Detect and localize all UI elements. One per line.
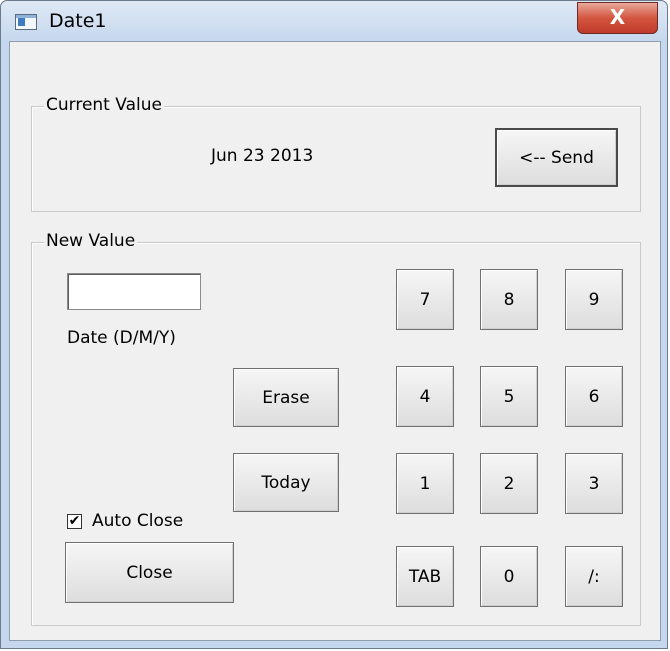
keypad-5-button[interactable]: 5 — [480, 366, 538, 427]
window-title: Date1 — [49, 10, 107, 32]
send-button[interactable]: <-- Send — [495, 128, 618, 187]
current-value-legend: Current Value — [44, 95, 164, 115]
current-value-text: Jun 23 2013 — [211, 146, 314, 166]
keypad-7-label: 7 — [419, 289, 431, 310]
auto-close-label: Auto Close — [92, 511, 184, 531]
keypad-tab-button[interactable]: TAB — [396, 546, 454, 607]
keypad-2-label: 2 — [503, 473, 515, 494]
close-button-label: Close — [126, 562, 173, 583]
keypad-2-button[interactable]: 2 — [480, 453, 538, 514]
keypad-1-label: 1 — [419, 473, 431, 494]
keypad-tab-label: TAB — [408, 566, 442, 587]
dialog-client-area: Current Value Jun 23 2013 <-- Send New V… — [9, 41, 661, 641]
today-button-label: Today — [261, 472, 311, 493]
date-input[interactable] — [67, 273, 201, 310]
keypad-3-label: 3 — [588, 473, 600, 494]
keypad-9-label: 9 — [588, 289, 600, 310]
app-icon-block — [18, 18, 25, 26]
keypad-3-button[interactable]: 3 — [565, 453, 623, 514]
close-window-button[interactable]: X — [577, 2, 658, 34]
close-icon: X — [609, 5, 626, 29]
keypad-0-label: 0 — [503, 566, 515, 587]
keypad-separator-label: /: — [588, 566, 600, 587]
keypad-5-label: 5 — [503, 386, 515, 407]
keypad-8-button[interactable]: 8 — [480, 269, 538, 330]
erase-button-label: Erase — [262, 387, 310, 408]
app-icon — [15, 14, 37, 30]
keypad-6-label: 6 — [588, 386, 600, 407]
keypad-1-button[interactable]: 1 — [396, 453, 454, 514]
title-bar[interactable]: Date1 X — [1, 1, 667, 41]
date-format-label: Date (D/M/Y) — [67, 328, 176, 348]
auto-close-checkbox[interactable]: ✔ — [67, 514, 82, 529]
keypad-9-button[interactable]: 9 — [565, 269, 623, 330]
keypad-4-label: 4 — [419, 386, 431, 407]
keypad-separator-button[interactable]: /: — [565, 546, 623, 607]
keypad-8-label: 8 — [503, 289, 515, 310]
keypad-0-button[interactable]: 0 — [480, 546, 538, 607]
today-button[interactable]: Today — [233, 453, 339, 512]
keypad-7-button[interactable]: 7 — [396, 269, 454, 330]
send-button-label: <-- Send — [519, 147, 594, 168]
keypad-4-button[interactable]: 4 — [396, 366, 454, 427]
new-value-legend: New Value — [44, 231, 138, 251]
erase-button[interactable]: Erase — [233, 368, 339, 427]
close-button[interactable]: Close — [65, 542, 234, 603]
dialog-window: Date1 X Current Value Jun 23 2013 <-- Se… — [0, 0, 668, 649]
keypad-6-button[interactable]: 6 — [565, 366, 623, 427]
